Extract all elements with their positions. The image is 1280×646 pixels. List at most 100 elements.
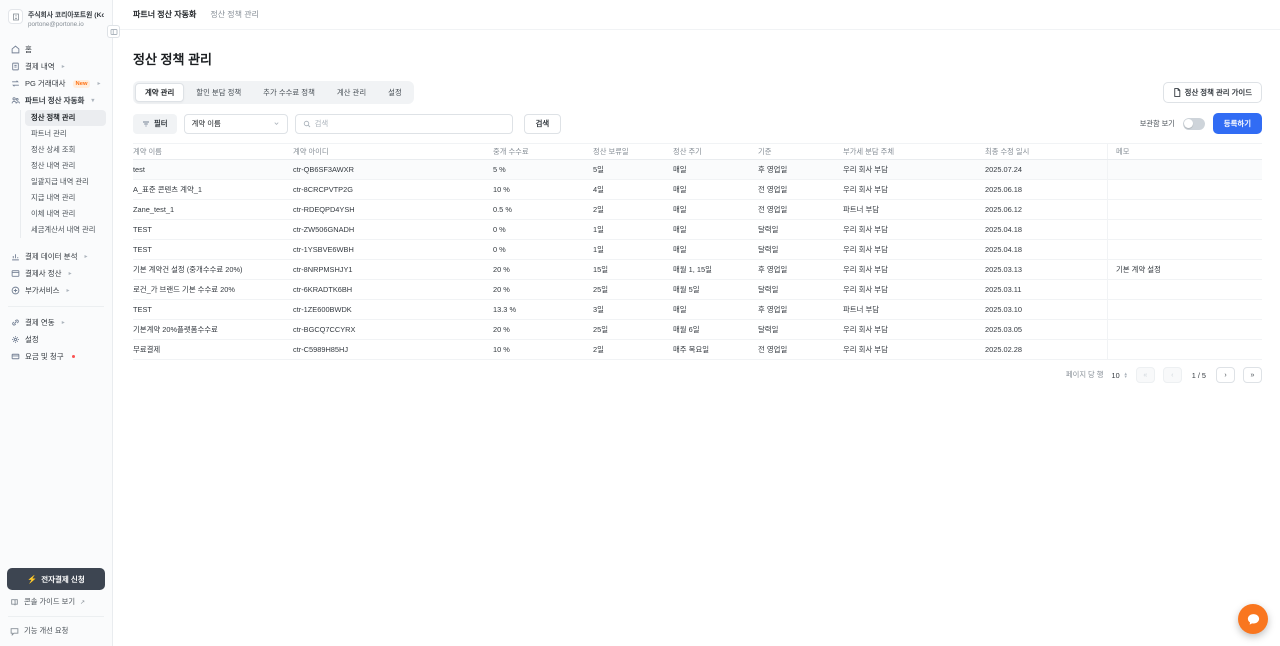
cell-hold-days: 4일 — [593, 184, 673, 195]
cell-cycle: 매월 1, 15일 — [673, 264, 758, 275]
table-row[interactable]: 기본계약 20%플랫폼수수료 ctr-BGCQ7CCYRX 20 % 25일 매… — [133, 320, 1262, 340]
column-header-contract-id[interactable]: 계약 아이디 — [293, 147, 493, 157]
sidebar-item-data-analysis[interactable]: 결제 데이터 분석 ▸ — [6, 248, 106, 265]
sidebar-subitem-5[interactable]: 지급 내역 관리 — [25, 190, 106, 206]
rows-per-page-select[interactable]: 10 ▲▼ — [1112, 371, 1128, 380]
archive-toggle[interactable] — [1183, 118, 1205, 130]
breadcrumb-page[interactable]: 정산 정책 관리 — [210, 9, 259, 20]
sidebar-subitem-2[interactable]: 정산 상세 조회 — [25, 142, 106, 158]
sidebar-nav: 홈 결제 내역 ▸ PG 거래대사 New ▸ 파트너 정산 자동화 ▾ 정산 … — [0, 35, 112, 365]
gear-icon — [10, 335, 20, 344]
tab-3[interactable]: 계산 관리 — [327, 83, 376, 102]
card-doc-icon — [10, 269, 20, 278]
table-row[interactable]: TEST ctr-1ZE600BWDK 13.3 % 3일 매일 후 영업일 파… — [133, 300, 1262, 320]
sidebar-item-payments[interactable]: 결제 내역 ▸ — [6, 58, 106, 75]
sidebar-collapse-button[interactable] — [107, 25, 120, 38]
column-header-vat[interactable]: 부가세 분담 주체 — [843, 147, 985, 157]
chevron-down-icon — [273, 120, 280, 127]
cell-memo — [1107, 160, 1262, 179]
epay-apply-button[interactable]: ⚡ 전자결제 신청 — [7, 568, 105, 590]
cell-fee: 10 % — [493, 345, 593, 354]
sidebar-item-addon-services[interactable]: 부가서비스 ▸ — [6, 282, 106, 299]
sidebar-subitem-1[interactable]: 파트너 관리 — [25, 126, 106, 142]
cell-basis: 후 영업일 — [758, 264, 843, 275]
sidebar-item-integration[interactable]: 결제 연동 ▸ — [6, 314, 106, 331]
cell-fee: 20 % — [493, 265, 593, 274]
tab-1[interactable]: 할인 분담 정책 — [186, 83, 251, 102]
sidebar-subitem-3[interactable]: 정산 내역 관리 — [25, 158, 106, 174]
cell-contract-id: ctr-8CRCPVTP2G — [293, 185, 493, 194]
table-row[interactable]: 로건_가 브랜드 기본 수수료 20% ctr-6KRADTK6BH 20 % … — [133, 280, 1262, 300]
register-button[interactable]: 등록하기 — [1213, 113, 1262, 134]
cell-hold-days: 5일 — [593, 164, 673, 175]
last-page-button[interactable]: » — [1243, 367, 1262, 383]
sidebar-item-pg-recon[interactable]: PG 거래대사 New ▸ — [6, 75, 106, 92]
cell-cycle: 매일 — [673, 164, 758, 175]
tab-0[interactable]: 계약 관리 — [135, 83, 184, 102]
cell-vat: 우리 회사 부담 — [843, 244, 985, 255]
sidebar-subitem-4[interactable]: 일괄지급 내역 관리 — [25, 174, 106, 190]
column-header-modified[interactable]: 최종 수정 일시 — [985, 147, 1107, 157]
search-button[interactable]: 검색 — [524, 114, 562, 134]
billing-icon — [10, 352, 20, 361]
column-header-hold-days[interactable]: 정산 보류일 — [593, 147, 673, 157]
page-title: 정산 정책 관리 — [133, 49, 1262, 68]
chevron-right-icon: ▸ — [67, 287, 70, 294]
filter-field-select[interactable]: 계약 이름 — [184, 114, 288, 134]
cell-basis: 달력일 — [758, 284, 843, 295]
cell-basis: 달력일 — [758, 224, 843, 235]
column-header-basis[interactable]: 기준 — [758, 147, 843, 157]
column-header-memo[interactable]: 메모 — [1107, 144, 1262, 159]
sidebar-item-psp-settlement[interactable]: 결제사 정산 ▸ — [6, 265, 106, 282]
table-row[interactable]: Zane_test_1 ctr-RDEQPD4YSH 0.5 % 2일 매일 전… — [133, 200, 1262, 220]
sidebar-item-settings[interactable]: 설정 — [6, 331, 106, 348]
cell-fee: 13.3 % — [493, 305, 593, 314]
document-icon — [1173, 88, 1181, 97]
next-page-button[interactable]: › — [1216, 367, 1235, 383]
cell-modified: 2025.03.10 — [985, 305, 1107, 314]
search-input[interactable] — [315, 119, 505, 128]
external-link-icon: ↗ — [80, 599, 85, 606]
archive-toggle-label: 보관함 보기 — [1140, 119, 1175, 129]
table-row[interactable]: test ctr-QB6SF3AWXR 5 % 5일 매일 후 영업일 우리 회… — [133, 160, 1262, 180]
cell-memo — [1107, 320, 1262, 339]
column-header-fee[interactable]: 중개 수수료 — [493, 147, 593, 157]
column-header-cycle[interactable]: 정산 주기 — [673, 147, 758, 157]
tab-4[interactable]: 설정 — [378, 83, 412, 102]
sidebar-item-label: 결제 데이터 분석 — [25, 251, 77, 262]
search-box — [295, 114, 513, 134]
console-guide-link[interactable]: 콘솔 가이드 보기 ↗ — [7, 590, 105, 607]
sidebar-item-partner-settlement[interactable]: 파트너 정산 자동화 ▾ — [6, 92, 106, 109]
sidebar-item-billing[interactable]: 요금 및 청구 — [6, 348, 106, 365]
double-chevron-right-icon: » — [1251, 372, 1255, 379]
sidebar-subitem-6[interactable]: 이체 내역 관리 — [25, 206, 106, 222]
table-row[interactable]: A_표준 콘텐츠 계약_1 ctr-8CRCPVTP2G 10 % 4일 매일 … — [133, 180, 1262, 200]
filter-label: 필터 — [154, 118, 168, 129]
table-row[interactable]: 무료결제 ctr-C5989H85HJ 10 % 2일 매주 목요일 전 영업일… — [133, 340, 1262, 360]
workspace-switcher[interactable]: 주식회사 코리아포트원 (Kore... portone@portone.io — [0, 0, 112, 35]
table-row[interactable]: 기본 계약건 설정 (중개수수료 20%) ctr-8NRPMSHJY1 20 … — [133, 260, 1262, 280]
breadcrumb-section[interactable]: 파트너 정산 자동화 — [133, 9, 196, 20]
cell-hold-days: 25일 — [593, 324, 673, 335]
cell-memo — [1107, 300, 1262, 319]
tab-2[interactable]: 추가 수수료 정책 — [253, 83, 325, 102]
prev-page-button[interactable]: ‹ — [1163, 367, 1182, 383]
first-page-button[interactable]: « — [1136, 367, 1155, 383]
cell-contract-name: 로건_가 브랜드 기본 수수료 20% — [133, 284, 293, 295]
stepper-icon: ▲▼ — [1124, 372, 1128, 379]
table-row[interactable]: TEST ctr-ZW506GNADH 0 % 1일 매일 달력일 우리 회사 … — [133, 220, 1262, 240]
table-row[interactable]: TEST ctr-1YSBVE6WBH 0 % 1일 매일 달력일 우리 회사 … — [133, 240, 1262, 260]
filter-button[interactable]: 필터 — [133, 114, 177, 134]
column-header-contract-name[interactable]: 계약 이름 — [133, 147, 293, 157]
cell-modified: 2025.06.12 — [985, 205, 1107, 214]
chat-launcher-button[interactable] — [1238, 604, 1268, 634]
feature-request-link[interactable]: 기능 개선 요청 — [7, 619, 105, 636]
cell-fee: 0.5 % — [493, 205, 593, 214]
sidebar-subitem-7[interactable]: 세금계산서 내역 관리 — [25, 222, 106, 238]
policy-guide-button[interactable]: 정산 정책 관리 가이드 — [1163, 82, 1262, 103]
sidebar-subitem-0[interactable]: 정산 정책 관리 — [25, 110, 106, 126]
sidebar-item-home[interactable]: 홈 — [6, 41, 106, 58]
cell-cycle: 매일 — [673, 204, 758, 215]
chevron-right-icon: ▸ — [62, 319, 65, 326]
cell-vat: 우리 회사 부담 — [843, 324, 985, 335]
